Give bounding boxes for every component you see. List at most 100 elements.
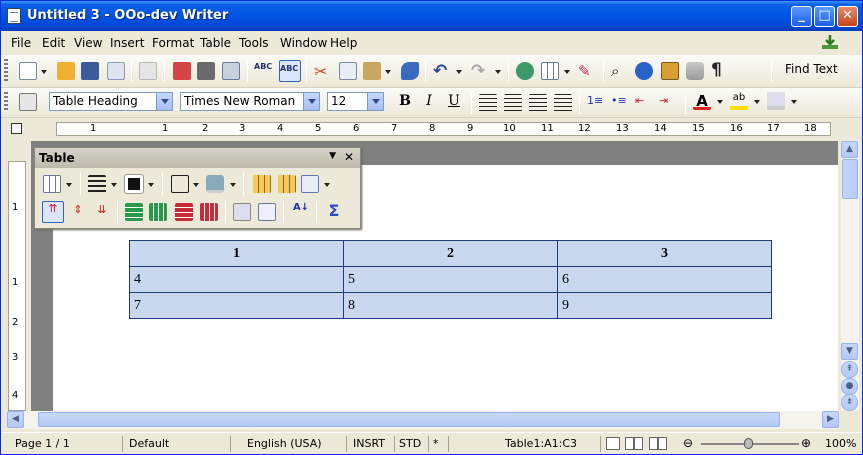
table-cell[interactable]: 1 bbox=[129, 240, 344, 267]
table-cell[interactable]: 5 bbox=[343, 266, 558, 293]
line-style-icon[interactable] bbox=[88, 175, 106, 193]
book-view-icon[interactable] bbox=[649, 437, 667, 450]
font-color-icon[interactable]: A bbox=[693, 92, 711, 110]
email-document-icon[interactable] bbox=[107, 62, 125, 80]
menu-table[interactable]: Table bbox=[200, 36, 231, 50]
dropdown-arrow-icon[interactable] bbox=[148, 183, 154, 187]
paste-dropdown-arrow[interactable] bbox=[385, 70, 391, 74]
merge-cells-icon[interactable] bbox=[253, 175, 271, 193]
status-style[interactable]: Default bbox=[125, 436, 231, 452]
split-cells-icon[interactable] bbox=[278, 175, 296, 193]
table-background-color-icon[interactable] bbox=[206, 175, 224, 193]
paragraph-style-select[interactable]: Table Heading bbox=[49, 92, 173, 111]
scroll-down-button[interactable]: ▼ bbox=[841, 343, 858, 360]
chevron-down-icon[interactable] bbox=[303, 93, 319, 110]
writer-app-icon[interactable] bbox=[7, 8, 21, 24]
increase-indent-icon[interactable]: ⇥ bbox=[659, 94, 677, 112]
copy-icon[interactable] bbox=[339, 62, 357, 80]
paste-icon[interactable] bbox=[363, 62, 381, 80]
insert-columns-icon[interactable] bbox=[149, 203, 167, 221]
justify-icon[interactable] bbox=[554, 94, 572, 112]
scroll-right-button[interactable]: ▶ bbox=[822, 411, 839, 428]
insert-rows-icon[interactable] bbox=[125, 203, 143, 221]
edit-file-icon[interactable] bbox=[139, 62, 157, 80]
horizontal-scrollbar[interactable]: ◀ ▶ bbox=[7, 411, 839, 429]
insert-table-icon[interactable] bbox=[43, 175, 61, 193]
dropdown-arrow-icon[interactable] bbox=[193, 183, 199, 187]
navigator-icon[interactable] bbox=[635, 62, 653, 80]
table-cell[interactable]: 7 bbox=[129, 292, 344, 319]
insert-table-icon[interactable] bbox=[541, 62, 559, 80]
single-page-view-icon[interactable] bbox=[606, 437, 620, 450]
redo-icon[interactable]: ↷ bbox=[471, 61, 489, 81]
toolbar-grip[interactable] bbox=[4, 59, 8, 83]
styles-formatting-icon[interactable] bbox=[19, 93, 37, 111]
zoom-in-icon[interactable]: ⊕ bbox=[801, 436, 811, 450]
dropdown-arrow-icon[interactable] bbox=[324, 183, 330, 187]
open-folder-icon[interactable] bbox=[57, 62, 75, 80]
toolbar-menu-arrow-icon[interactable]: ▼ bbox=[329, 151, 336, 161]
dropdown-arrow-icon[interactable] bbox=[111, 183, 117, 187]
font-name-select[interactable]: Times New Roman bbox=[180, 92, 320, 111]
previous-page-button[interactable]: ⇞ bbox=[841, 361, 858, 378]
chevron-down-icon[interactable] bbox=[156, 93, 172, 110]
autoformat-icon[interactable] bbox=[233, 203, 251, 221]
numbering-icon[interactable]: 1≡ bbox=[587, 94, 605, 112]
dropdown-arrow-icon[interactable] bbox=[66, 183, 72, 187]
find-text-label[interactable]: Find Text bbox=[785, 62, 838, 76]
font-color-dropdown-arrow[interactable] bbox=[717, 100, 723, 104]
delete-rows-icon[interactable] bbox=[175, 203, 193, 221]
spellcheck-icon[interactable]: ABC bbox=[254, 62, 272, 80]
scroll-thumb[interactable] bbox=[842, 159, 858, 199]
page-preview-icon[interactable] bbox=[222, 62, 240, 80]
status-page[interactable]: Page 1 / 1 bbox=[11, 436, 123, 452]
menu-tools[interactable]: Tools bbox=[239, 36, 269, 50]
line-color-icon[interactable] bbox=[124, 174, 144, 194]
align-right-icon[interactable] bbox=[529, 94, 547, 112]
table-cell[interactable]: 2 bbox=[343, 240, 558, 267]
print-icon[interactable] bbox=[197, 62, 215, 80]
align-center-icon[interactable] bbox=[504, 94, 522, 112]
zoom-value[interactable]: 100% bbox=[825, 437, 856, 450]
formatting-marks-icon[interactable]: ¶ bbox=[711, 60, 729, 80]
gallery-icon[interactable] bbox=[661, 62, 679, 80]
export-pdf-icon[interactable] bbox=[173, 62, 191, 80]
menu-format[interactable]: Format bbox=[152, 36, 194, 50]
show-draw-functions-icon[interactable]: ✎ bbox=[578, 62, 596, 80]
status-insert-mode[interactable]: INSRT bbox=[349, 436, 395, 452]
close-button[interactable]: ✕ bbox=[837, 6, 858, 27]
status-selection-mode[interactable]: STD bbox=[395, 436, 429, 452]
save-icon[interactable] bbox=[81, 62, 99, 80]
background-color-icon[interactable] bbox=[767, 92, 785, 110]
table-cell[interactable]: 8 bbox=[343, 292, 558, 319]
menu-window[interactable]: Window bbox=[280, 36, 327, 50]
undo-dropdown-arrow[interactable] bbox=[456, 70, 462, 74]
table-toolbar-titlebar[interactable]: Table ▼ ✕ bbox=[35, 148, 360, 168]
bold-button[interactable]: B bbox=[396, 93, 414, 109]
bullets-icon[interactable]: •≡ bbox=[611, 94, 629, 112]
align-bottom-icon[interactable]: ⇊ bbox=[93, 203, 111, 221]
menu-view[interactable]: View bbox=[74, 36, 102, 50]
vertical-ruler[interactable]: 1 1 2 3 4 bbox=[8, 161, 26, 411]
decrease-indent-icon[interactable]: ⇤ bbox=[635, 94, 653, 112]
table-cell[interactable]: 3 bbox=[557, 240, 772, 267]
table-dropdown-arrow[interactable] bbox=[564, 70, 570, 74]
find-replace-icon[interactable]: ⌕ bbox=[611, 62, 629, 80]
scroll-thumb[interactable] bbox=[38, 412, 780, 427]
align-left-icon[interactable] bbox=[479, 94, 497, 112]
highlighting-icon[interactable]: ab bbox=[730, 92, 748, 110]
sum-icon[interactable]: Σ bbox=[325, 201, 343, 220]
toolbar-grip[interactable] bbox=[4, 92, 8, 112]
new-dropdown-arrow[interactable] bbox=[41, 70, 47, 74]
status-language[interactable]: English (USA) bbox=[243, 436, 347, 452]
cut-icon[interactable]: ✂ bbox=[314, 62, 332, 81]
ruler-track[interactable]: 1 1 2 3 4 5 6 7 8 9 10 11 12 13 14 15 16… bbox=[56, 122, 831, 136]
data-sources-icon[interactable] bbox=[686, 62, 704, 80]
table-cell[interactable]: 9 bbox=[557, 292, 772, 319]
font-size-select[interactable]: 12 bbox=[327, 92, 384, 111]
document-table[interactable]: 1 2 3 4 5 6 7 8 9 bbox=[129, 240, 772, 319]
format-paintbrush-icon[interactable] bbox=[401, 62, 419, 80]
table-properties-icon[interactable] bbox=[258, 203, 276, 221]
sort-icon[interactable]: A↓ bbox=[292, 202, 310, 220]
background-color-dropdown-arrow[interactable] bbox=[791, 100, 797, 104]
